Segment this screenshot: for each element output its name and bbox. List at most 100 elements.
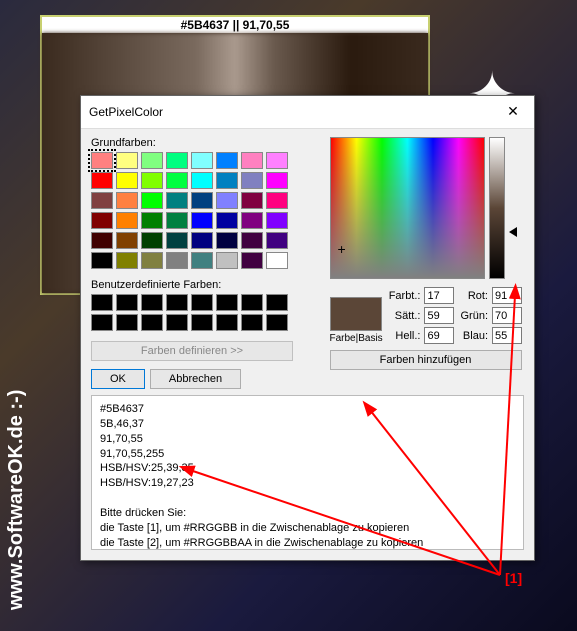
basic-color-swatch[interactable] <box>166 192 188 209</box>
basic-color-swatch[interactable] <box>91 232 113 249</box>
basic-color-swatch[interactable] <box>141 252 163 269</box>
add-color-button[interactable]: Farben hinzufügen <box>330 350 522 370</box>
basic-color-swatch[interactable] <box>141 172 163 189</box>
green-field[interactable] <box>492 307 522 324</box>
red-field[interactable] <box>492 287 522 304</box>
lum-label: Hell.: <box>389 330 421 342</box>
basic-color-swatch[interactable] <box>216 212 238 229</box>
luminance-slider[interactable] <box>489 137 505 279</box>
blue-field[interactable] <box>492 327 522 344</box>
custom-colors-grid <box>91 294 324 331</box>
hue-field[interactable] <box>424 287 454 304</box>
output-line: Bitte drücken Sie: <box>100 506 515 521</box>
basic-color-swatch[interactable] <box>91 212 113 229</box>
cancel-button[interactable]: Abbrechen <box>150 369 241 389</box>
basic-color-swatch[interactable] <box>116 192 138 209</box>
custom-color-swatch[interactable] <box>216 294 238 311</box>
output-line: 91,70,55,255 <box>100 447 515 462</box>
basic-color-swatch[interactable] <box>166 152 188 169</box>
output-line: HSB/HSV:19,27,23 <box>100 476 515 491</box>
close-icon[interactable]: ✕ <box>500 102 526 122</box>
basic-color-swatch[interactable] <box>216 172 238 189</box>
basic-color-swatch[interactable] <box>166 252 188 269</box>
basic-color-swatch[interactable] <box>141 152 163 169</box>
ok-button[interactable]: OK <box>91 369 145 389</box>
basic-color-swatch[interactable] <box>91 172 113 189</box>
output-line: die Taste [1], um #RRGGBB in die Zwische… <box>100 521 515 536</box>
basic-colors-label: Grundfarben: <box>91 137 324 149</box>
output-panel[interactable]: #5B46375B,46,3791,70,5591,70,55,255HSB/H… <box>91 395 524 550</box>
basic-color-swatch[interactable] <box>241 192 263 209</box>
output-line <box>100 491 515 506</box>
custom-color-swatch[interactable] <box>241 314 263 331</box>
output-line: HSB/HSV:25,39,35 <box>100 461 515 476</box>
basic-color-swatch[interactable] <box>141 232 163 249</box>
basic-color-swatch[interactable] <box>91 252 113 269</box>
color-picker-dialog: GetPixelColor ✕ Grundfarben: Benutzerdef… <box>80 95 535 561</box>
basic-color-swatch[interactable] <box>116 172 138 189</box>
basic-color-swatch[interactable] <box>116 212 138 229</box>
basic-color-swatch[interactable] <box>191 192 213 209</box>
basic-color-swatch[interactable] <box>216 192 238 209</box>
custom-color-swatch[interactable] <box>91 294 113 311</box>
luminance-arrow-icon <box>509 227 517 237</box>
basic-color-swatch[interactable] <box>216 232 238 249</box>
custom-color-swatch[interactable] <box>166 294 188 311</box>
sat-field[interactable] <box>424 307 454 324</box>
basic-color-swatch[interactable] <box>141 212 163 229</box>
basic-color-swatch[interactable] <box>216 252 238 269</box>
output-line: 91,70,55 <box>100 432 515 447</box>
lum-field[interactable] <box>424 327 454 344</box>
hue-label: Farbt.: <box>389 290 421 302</box>
custom-color-swatch[interactable] <box>191 294 213 311</box>
basic-color-swatch[interactable] <box>141 192 163 209</box>
custom-color-swatch[interactable] <box>191 314 213 331</box>
basic-color-swatch[interactable] <box>266 232 288 249</box>
basic-color-swatch[interactable] <box>116 152 138 169</box>
define-colors-button: Farben definieren >> <box>91 341 293 361</box>
output-line: 5B,46,37 <box>100 417 515 432</box>
custom-color-swatch[interactable] <box>266 294 288 311</box>
basic-color-swatch[interactable] <box>266 252 288 269</box>
basic-color-swatch[interactable] <box>241 252 263 269</box>
basic-color-swatch[interactable] <box>241 152 263 169</box>
basic-color-swatch[interactable] <box>116 232 138 249</box>
basic-color-swatch[interactable] <box>191 172 213 189</box>
custom-color-swatch[interactable] <box>241 294 263 311</box>
basic-color-swatch[interactable] <box>191 252 213 269</box>
basic-color-swatch[interactable] <box>241 172 263 189</box>
basic-color-swatch[interactable] <box>166 232 188 249</box>
watermark: www.SoftwareOK.de :-) <box>5 390 28 610</box>
dialog-title: GetPixelColor <box>89 105 163 119</box>
basic-color-swatch[interactable] <box>116 252 138 269</box>
basic-color-swatch[interactable] <box>216 152 238 169</box>
basic-color-swatch[interactable] <box>191 232 213 249</box>
basic-color-swatch[interactable] <box>266 212 288 229</box>
custom-color-swatch[interactable] <box>266 314 288 331</box>
output-line: die Taste [2], um #RRGGBBAA in die Zwisc… <box>100 536 515 550</box>
basic-color-swatch[interactable] <box>91 192 113 209</box>
custom-color-swatch[interactable] <box>216 314 238 331</box>
red-label: Rot: <box>460 290 488 302</box>
custom-color-swatch[interactable] <box>166 314 188 331</box>
custom-color-swatch[interactable] <box>116 294 138 311</box>
custom-color-swatch[interactable] <box>91 314 113 331</box>
basic-color-swatch[interactable] <box>166 172 188 189</box>
basic-color-swatch[interactable] <box>166 212 188 229</box>
basic-color-swatch[interactable] <box>266 172 288 189</box>
custom-color-swatch[interactable] <box>141 294 163 311</box>
basic-color-swatch[interactable] <box>191 212 213 229</box>
custom-color-swatch[interactable] <box>116 314 138 331</box>
custom-color-swatch[interactable] <box>141 314 163 331</box>
basic-color-swatch[interactable] <box>91 152 113 169</box>
basic-color-swatch[interactable] <box>241 212 263 229</box>
green-label: Grün: <box>460 310 488 322</box>
basic-color-swatch[interactable] <box>241 232 263 249</box>
basic-color-swatch[interactable] <box>266 192 288 209</box>
custom-colors-label: Benutzerdefinierte Farben: <box>91 279 324 291</box>
basic-color-swatch[interactable] <box>266 152 288 169</box>
basic-color-swatch[interactable] <box>191 152 213 169</box>
color-spectrum[interactable]: + <box>330 137 485 279</box>
titlebar[interactable]: GetPixelColor ✕ <box>81 96 534 129</box>
sat-label: Sätt.: <box>389 310 421 322</box>
